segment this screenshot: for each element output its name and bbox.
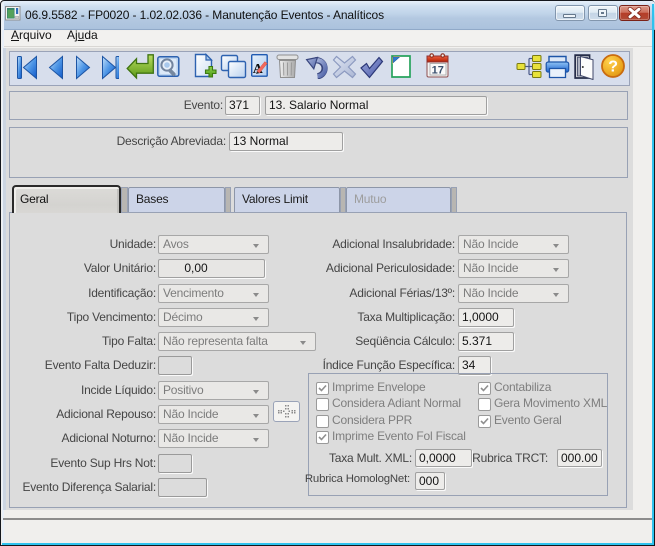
svg-text:?: ?	[608, 59, 618, 76]
svg-text:17: 17	[432, 64, 444, 76]
